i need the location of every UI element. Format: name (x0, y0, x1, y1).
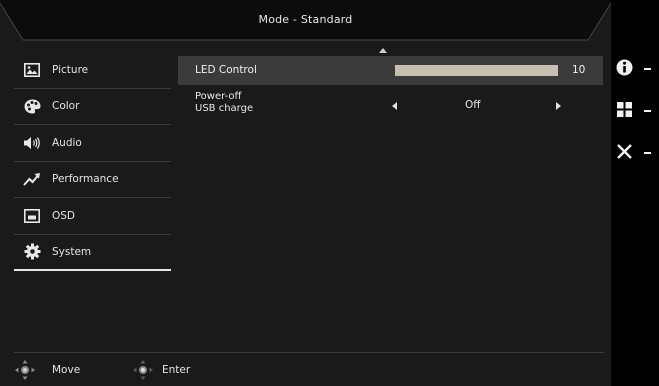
picture-icon (22, 60, 42, 80)
sidebar-item-label: OSD (52, 209, 76, 222)
sidebar-item-label: Audio (52, 136, 82, 149)
usb-charge-row[interactable]: Power-off USB charge Off (178, 91, 603, 119)
dash-mark (644, 152, 651, 154)
sidebar-item-audio[interactable]: Audio (14, 125, 171, 162)
gear-icon (22, 242, 42, 262)
scroll-up-icon[interactable] (379, 48, 387, 53)
osd-menu: Mode - Standard Picture Color Audio Perf… (0, 0, 611, 386)
close-icon (616, 143, 633, 164)
usb-charge-value: Off (465, 99, 481, 111)
led-control-slider-fill (395, 65, 558, 76)
dash-mark (644, 68, 651, 70)
title-bar: Mode - Standard (0, 0, 611, 42)
sidebar-item-performance[interactable]: Performance (14, 162, 171, 198)
info-hint[interactable] (616, 58, 656, 80)
close-hint[interactable] (616, 142, 656, 164)
palette-icon (22, 96, 42, 116)
sidebar-item-label: System (52, 245, 92, 258)
usb-charge-label: Power-off USB charge (195, 91, 253, 115)
grid-icon (616, 101, 633, 122)
sidebar-item-label: Performance (52, 173, 119, 186)
led-control-row[interactable]: LED Control 10 (178, 56, 603, 85)
chevron-right-icon[interactable] (556, 102, 561, 110)
trend-arrow-icon (22, 169, 42, 189)
sidebar-item-system[interactable]: System (14, 235, 171, 271)
page-title: Mode - Standard (258, 13, 353, 26)
speaker-icon (22, 133, 42, 153)
sidebar-item-label: Picture (52, 63, 89, 76)
footer: Move Enter (14, 356, 190, 384)
footer-enter-label: Enter (162, 364, 191, 376)
info-icon (616, 59, 633, 80)
led-control-slider[interactable] (395, 65, 558, 76)
grid-hint[interactable] (616, 100, 656, 122)
sidebar-item-picture[interactable]: Picture (14, 52, 171, 89)
chevron-left-icon[interactable] (392, 102, 397, 110)
sidebar-item-osd[interactable]: OSD (14, 198, 171, 235)
osd-icon (22, 206, 42, 226)
usb-charge-label-line2: USB charge (195, 103, 254, 114)
dash-mark (644, 110, 651, 112)
sidebar: Picture Color Audio Performance OSD Syst… (14, 52, 171, 271)
joystick-move-icon (14, 359, 36, 381)
led-control-label: LED Control (195, 64, 257, 76)
usb-charge-label-line1: Power-off (195, 91, 242, 102)
led-control-value: 10 (572, 64, 586, 76)
sidebar-item-label: Color (52, 100, 80, 113)
footer-move-label: Move (52, 364, 81, 376)
sidebar-item-color[interactable]: Color (14, 89, 171, 125)
footer-divider (14, 352, 604, 353)
joystick-enter-icon (132, 359, 154, 381)
